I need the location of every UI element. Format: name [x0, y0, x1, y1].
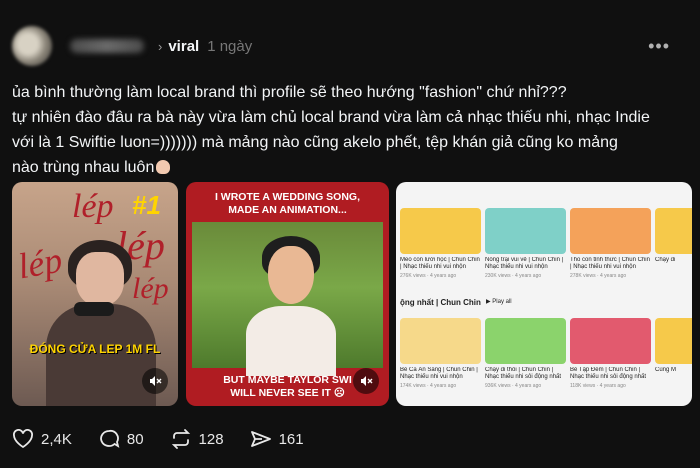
- video-card[interactable]: Chạy đi thôi | Chun Chin | Nhạc thiếu nh…: [485, 318, 566, 389]
- video-title: Meo con lười học | Chun Chin | Nhạc thiế…: [400, 257, 480, 270]
- microphone-icon: [74, 302, 114, 316]
- video-stats: 174K views · 4 years ago: [400, 383, 457, 389]
- post-header: › viral 1 ngày •••: [12, 24, 688, 68]
- comment-button[interactable]: 80: [98, 429, 144, 449]
- post-actions: 2,4K 80 128 161: [12, 426, 330, 452]
- video-top-text: I WROTE A WEDDING SONG, MADE AN ANIMATIO…: [186, 182, 389, 224]
- play-icon: ▶: [486, 299, 491, 305]
- speaker-muted-icon: [361, 376, 373, 386]
- post-time: 1 ngày: [207, 37, 253, 55]
- video-title: Thỏ con tỉnh thức | Chun Chin | Nhạc thi…: [570, 257, 650, 270]
- thread-post: › viral 1 ngày ••• ủa bình thường làm lo…: [0, 0, 700, 468]
- send-icon: [250, 431, 271, 447]
- video-title: Bé Ca Ăn Sáng | Chun Chin | Nhạc thiếu n…: [400, 367, 478, 380]
- mute-button[interactable]: [142, 368, 168, 394]
- video-card[interactable]: Bé Ca Ăn Sáng | Chun Chin | Nhạc thiếu n…: [400, 318, 481, 389]
- overlay-word: lép: [132, 272, 169, 305]
- post-line: tự nhiên đào đâu ra bà này vừa làm chủ l…: [12, 109, 650, 126]
- share-count: 161: [278, 430, 304, 448]
- media-image-youtube[interactable]: Meo con lười học | Chun Chin | Nhạc thiế…: [396, 182, 692, 406]
- cartoon-face: [268, 246, 314, 304]
- play-all-label: Play all: [492, 299, 512, 305]
- post-line: với là 1 Swiftie luon=))))))) mà mảng nà…: [12, 134, 618, 151]
- speaker-muted-icon: [150, 376, 162, 386]
- video-stats: 118K views · 4 years ago: [570, 383, 626, 389]
- avatar[interactable]: [12, 26, 52, 66]
- post-line-text: nào trùng nhau luôn: [12, 159, 155, 176]
- crying-emoji-icon: ☹: [333, 387, 345, 399]
- video-thumbnail: [485, 208, 566, 254]
- video-title: Nồng trại vui vẻ | Chun Chin | Nhạc thiế…: [485, 257, 564, 270]
- video-row: Meo con lười học | Chun Chin | Nhạc thiế…: [396, 208, 692, 279]
- overlay-word: lép: [14, 239, 66, 287]
- video-title: Chạy đi thôi | Chun Chin | Nhạc thiếu nh…: [485, 367, 562, 380]
- mute-button[interactable]: [353, 368, 379, 394]
- share-button[interactable]: 161: [250, 429, 304, 449]
- section-header: ộng nhất | Chun Chin: [400, 298, 481, 307]
- chevron-right-icon: ›: [158, 38, 163, 54]
- video-thumbnail: [570, 318, 651, 364]
- comment-icon: [100, 429, 120, 448]
- video-row: Bé Ca Ăn Sáng | Chun Chin | Nhạc thiếu n…: [396, 318, 692, 389]
- video-thumbnail: [485, 318, 566, 364]
- like-button[interactable]: 2,4K: [12, 429, 72, 449]
- bottom-text-span: WILL NEVER SEE IT: [230, 387, 331, 399]
- video-title: Bé Tập Đếm | Chun Chin | Nhạc thiếu nhi …: [570, 367, 647, 380]
- video-stats: 936K views · 4 years ago: [485, 383, 542, 389]
- hand-emoji-icon: [156, 160, 171, 174]
- video-thumbnail: [655, 318, 692, 364]
- video-card[interactable]: Bé Tập Đếm | Chun Chin | Nhạc thiếu nhi …: [570, 318, 651, 389]
- topic-tag[interactable]: viral: [168, 38, 199, 55]
- comment-count: 80: [126, 430, 144, 448]
- video-card[interactable]: Cùng M: [655, 318, 692, 389]
- video-title: Chạy đi: [655, 257, 676, 263]
- video-thumbnail: [570, 208, 651, 254]
- repost-icon: [171, 429, 190, 449]
- media-video-2[interactable]: I WROTE A WEDDING SONG, MADE AN ANIMATIO…: [186, 182, 389, 406]
- top-text-line: MADE AN ANIMATION...: [228, 204, 347, 216]
- video-thumbnail: [655, 208, 692, 254]
- media-video-1[interactable]: lép lép lép lép #1 ĐÓNG CỬA LEP 1M FL: [12, 182, 178, 406]
- play-all-button[interactable]: ▶ Play all: [486, 298, 512, 305]
- video-card[interactable]: Thỏ con tỉnh thức | Chun Chin | Nhạc thi…: [570, 208, 651, 279]
- animation-scene: [192, 222, 383, 376]
- video-stats: 230K views · 4 years ago: [485, 273, 542, 279]
- video-thumbnail: [400, 208, 481, 254]
- post-line: nào trùng nhau luôn: [12, 155, 684, 180]
- video-caption: ĐÓNG CỬA LEP 1M FL: [29, 342, 161, 356]
- video-title: Cùng M: [655, 367, 677, 373]
- heart-icon: [13, 429, 33, 449]
- overlay-word: lép: [72, 188, 114, 225]
- repost-button[interactable]: 128: [170, 429, 224, 449]
- top-text-line: I WROTE A WEDDING SONG,: [214, 191, 361, 203]
- post-line: ủa bình thường làm local brand thì profi…: [12, 84, 567, 101]
- video-stats: 278K views · 4 years ago: [570, 273, 627, 279]
- video-card[interactable]: Chạy đi: [655, 208, 692, 279]
- person-face: [76, 252, 124, 306]
- video-thumbnail: [400, 318, 481, 364]
- like-count: 2,4K: [41, 430, 72, 448]
- repost-count: 128: [198, 430, 224, 448]
- blurred-username[interactable]: [70, 39, 144, 53]
- post-text: ủa bình thường làm local brand thì profi…: [12, 80, 684, 180]
- cartoon-body: [246, 306, 336, 376]
- more-options-icon[interactable]: •••: [648, 36, 670, 57]
- rank-badge: #1: [132, 190, 161, 220]
- video-card[interactable]: Meo con lười học | Chun Chin | Nhạc thiế…: [400, 208, 481, 279]
- video-card[interactable]: Nồng trại vui vẻ | Chun Chin | Nhạc thiế…: [485, 208, 566, 279]
- video-stats: 276K views · 4 years ago: [400, 273, 457, 279]
